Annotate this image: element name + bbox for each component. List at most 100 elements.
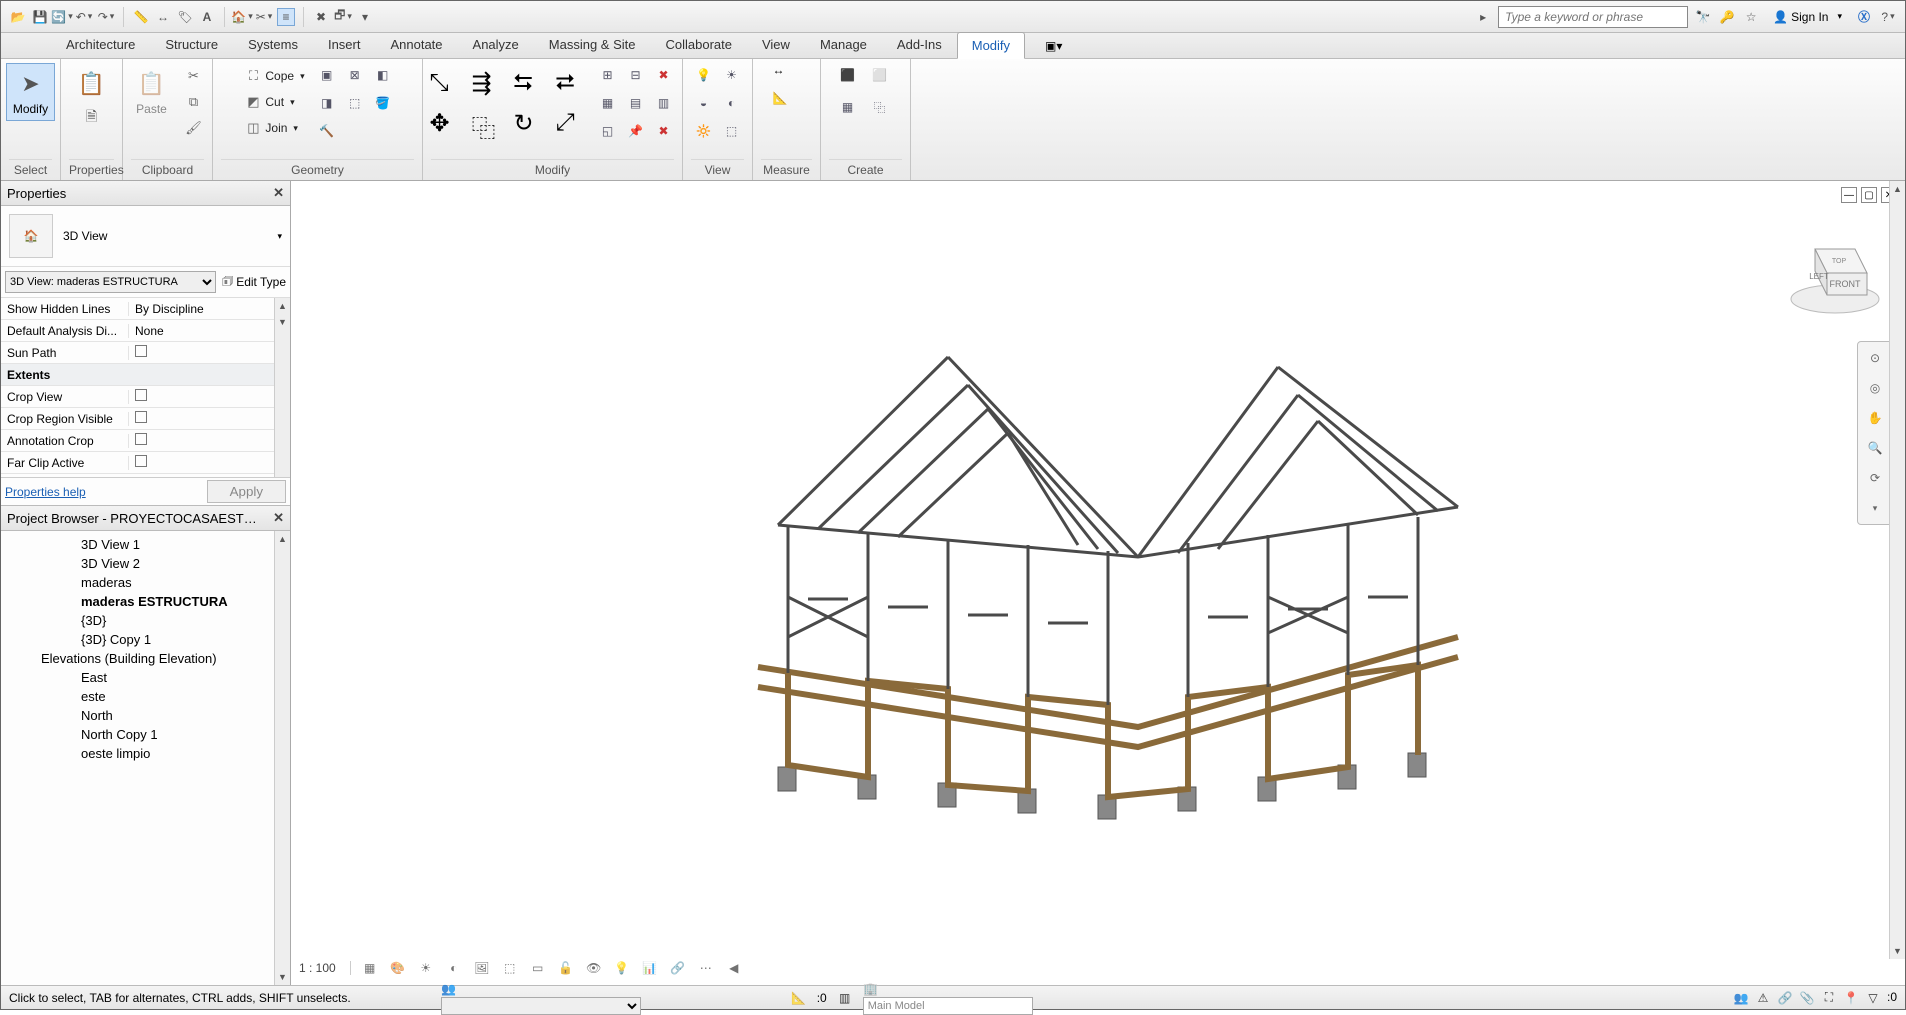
tab-massing[interactable]: Massing & Site [534,31,651,58]
type-selector[interactable]: 🏠 3D View ▾ [1,206,290,267]
browser-scrollbar[interactable]: ▲ ▼ [274,531,290,985]
temp-hide-icon[interactable]: 👁 [585,959,603,977]
property-row[interactable]: Sun Path [1,342,290,364]
m1-icon[interactable]: ⊞ [596,63,620,87]
binoculars-icon[interactable]: 🔭 [1694,8,1712,26]
similar-icon[interactable]: ⿻ [868,95,892,119]
sel-filter-icon[interactable]: ▽ [1865,990,1881,1006]
viewcube[interactable]: FRONT LEFT TOP [1785,221,1885,321]
paint-icon[interactable]: 🪣 [371,91,395,115]
align-icon[interactable]: ⤡ [430,69,464,103]
browser-node[interactable]: 3D View 1 [1,535,290,554]
c2-icon[interactable]: ⬜ [868,63,892,87]
shadows-icon[interactable]: ◐ [445,959,463,977]
browser-node[interactable]: maderas [1,573,290,592]
full-nav-icon[interactable]: ⊙ [1863,346,1887,370]
tab-collaborate[interactable]: Collaborate [650,31,747,58]
close-properties-icon[interactable]: ✕ [273,185,284,201]
favorites-icon[interactable]: ☆ [1742,8,1760,26]
crop-view-icon[interactable]: ⬚ [501,959,519,977]
instance-selector[interactable]: 3D View: maderas ESTRUCTURA [5,271,216,293]
properties-button[interactable]: 📋 🗎 [69,63,115,139]
save-icon[interactable]: 💾 [31,8,49,26]
dimension-icon[interactable]: 📐 [773,91,801,119]
scroll-up-icon[interactable]: ▲ [1890,181,1905,197]
g5-icon[interactable]: ⬚ [343,91,367,115]
tag-icon[interactable]: 🏷 [176,8,194,26]
customize-qat-icon[interactable]: ▾ [356,8,374,26]
split-face-icon[interactable]: ◨ [315,91,339,115]
zoom-icon[interactable]: 🔍 [1863,436,1887,460]
trim-icon[interactable]: ⤢ [556,109,590,143]
scroll-down-icon[interactable]: ▼ [275,314,290,330]
canvas-scrollbar[interactable]: ▲ ▼ [1889,181,1905,959]
v1-icon[interactable]: 💡 [692,63,716,87]
matchtype-button[interactable]: 🖌 [181,115,207,141]
properties-help-link[interactable]: Properties help [5,485,86,499]
detail-level-icon[interactable]: ▦ [361,959,379,977]
analytical-icon[interactable]: 📊 [641,959,659,977]
s6-icon[interactable]: 📍 [1843,990,1859,1006]
g3-icon[interactable]: ◧ [371,63,395,87]
s1-icon[interactable]: 👥 [1733,990,1749,1006]
search-chevron-icon[interactable]: ▸ [1474,8,1492,26]
browser-node[interactable]: North Copy 1 [1,725,290,744]
m5-icon[interactable]: ▤ [624,91,648,115]
cut-button[interactable]: ◩Cut▾ [240,89,308,115]
sync-icon[interactable]: 🔄 [53,8,71,26]
v3-icon[interactable]: ◒ [692,91,716,115]
s5-icon[interactable]: ⛶ [1821,990,1837,1006]
reveal-hidden-icon[interactable]: 💡 [613,959,631,977]
copy-clipboard-button[interactable]: ⧉ [181,89,207,115]
signin-button[interactable]: 👤 Sign In ▾ [1766,8,1849,26]
crop-region-icon[interactable]: ▭ [529,959,547,977]
v6-icon[interactable]: ⬚ [720,119,744,143]
worksets-icon[interactable]: 👥 [441,981,457,997]
cut-clipboard-button[interactable]: ✂ [181,63,207,89]
property-row[interactable]: Crop Region Visible [1,408,290,430]
tab-analyze[interactable]: Analyze [458,31,534,58]
demolish-icon[interactable]: 🔨 [315,119,339,143]
m2-icon[interactable]: ⊟ [624,63,648,87]
text-icon[interactable]: A [198,8,216,26]
scroll-up-icon[interactable]: ▲ [275,298,290,314]
mirror-axis-icon[interactable]: ⮀ [514,69,548,103]
s2-icon[interactable]: ⚠ [1755,990,1771,1006]
property-row[interactable]: Show Hidden LinesBy Discipline [1,298,290,320]
v5-icon[interactable]: 🔆 [692,119,716,143]
property-row[interactable]: Annotation Crop [1,430,290,452]
wall-opening-icon[interactable]: ▣ [315,63,339,87]
vc-left-icon[interactable]: ◀ [725,959,743,977]
mirror-draw-icon[interactable]: ⮂ [556,69,590,103]
open-icon[interactable]: 📂 [9,8,27,26]
workset-input[interactable] [863,997,1033,1015]
array-icon[interactable]: ▦ [596,91,620,115]
orbit-icon[interactable]: ⟳ [1863,466,1887,490]
measure-icon[interactable]: 📏 [132,8,150,26]
edit-type-button[interactable]: 🗊Edit Type [222,272,286,293]
offset-icon[interactable]: ⇶ [472,69,506,103]
properties-scrollbar[interactable]: ▲ ▼ [274,298,290,477]
search-input[interactable] [1498,6,1688,28]
close-browser-icon[interactable]: ✕ [273,510,284,526]
key-icon[interactable]: 🔑 [1718,8,1736,26]
visual-style-icon[interactable]: 🎨 [389,959,407,977]
m3-icon[interactable]: ✖ [652,63,676,87]
property-row[interactable]: Far Clip Offset304800.0 [1,474,290,478]
property-row[interactable]: Crop View [1,386,290,408]
tab-view[interactable]: View [747,31,805,58]
scroll-down-icon[interactable]: ▼ [275,969,290,985]
browser-node[interactable]: East [1,668,290,687]
apply-button[interactable]: Apply [207,480,286,503]
browser-node[interactable]: North [1,706,290,725]
beam-join-icon[interactable]: ⊠ [343,63,367,87]
move-icon[interactable]: ✥ [430,109,464,143]
model-icon[interactable]: 🏢 [863,981,879,997]
c1-icon[interactable]: ⬛ [836,63,860,87]
constraints-icon[interactable]: 🔗 [669,959,687,977]
pin-icon[interactable]: 📌 [624,119,648,143]
nav-expand-icon[interactable]: ▾ [1863,496,1887,520]
copy-tool-icon[interactable]: ⿻ [472,109,506,143]
vc-more-icon[interactable]: ⋯ [697,959,715,977]
status-dropdown[interactable] [441,997,641,1015]
